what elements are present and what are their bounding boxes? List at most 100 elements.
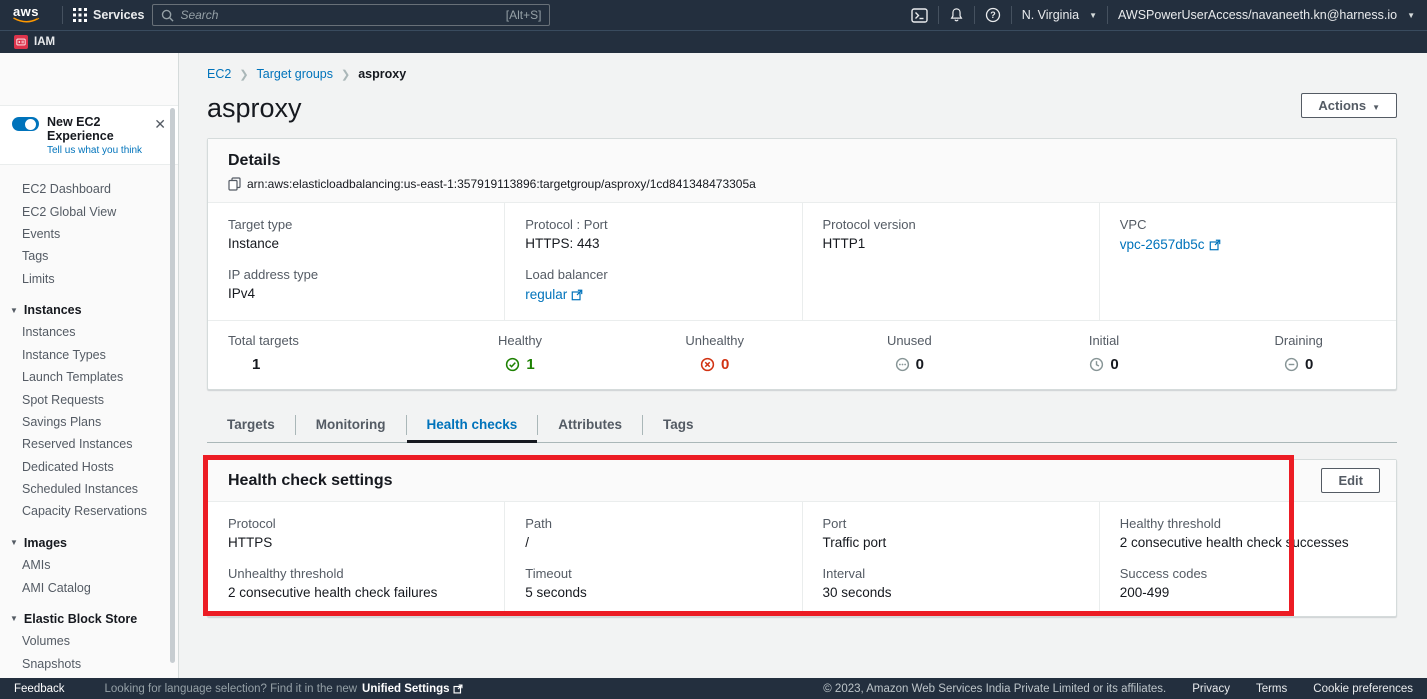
details-card: Details arn:aws:elasticloadbalancing:us-…: [207, 138, 1397, 390]
actions-button[interactable]: Actions▼: [1301, 93, 1397, 118]
summary-label: Initial: [1007, 333, 1202, 348]
help-button[interactable]: ?: [985, 7, 1001, 23]
sidebar-item-launch-templates[interactable]: Launch Templates: [0, 366, 178, 388]
services-menu-button[interactable]: Services: [73, 8, 144, 22]
breadcrumb-ec2[interactable]: EC2: [207, 67, 231, 81]
console-footer: Feedback Looking for language selection?…: [0, 678, 1427, 699]
chevron-down-icon: ▼: [10, 614, 18, 623]
health-check-grid: Protocol HTTPS Unhealthy threshold 2 con…: [208, 502, 1396, 616]
draining-count: 0: [1201, 356, 1396, 373]
account-label: AWSPowerUserAccess/navaneeth.kn@harness.…: [1118, 8, 1397, 22]
edit-button[interactable]: Edit: [1321, 468, 1380, 493]
x-circle-icon: [700, 357, 715, 372]
tab-health-checks[interactable]: Health checks: [407, 408, 538, 442]
sidebar-section-elastic-block-store[interactable]: ▼ Elastic Block Store: [0, 608, 178, 630]
field-value: HTTPS: [228, 535, 490, 550]
feedback-link[interactable]: Feedback: [14, 683, 65, 695]
external-link-icon: [453, 684, 463, 694]
field-value: Instance: [228, 236, 490, 251]
iam-service-icon: [14, 35, 28, 49]
target-group-arn: arn:aws:elasticloadbalancing:us-east-1:3…: [247, 177, 756, 191]
aws-logo-text: aws: [13, 6, 39, 17]
sidebar-item-amis[interactable]: AMIs: [0, 554, 178, 576]
close-icon[interactable]: ✕: [154, 115, 168, 131]
region-selector[interactable]: N. Virginia ▼: [1022, 8, 1097, 22]
sidebar-item-spot-requests[interactable]: Spot Requests: [0, 388, 178, 410]
cookie-preferences-link[interactable]: Cookie preferences: [1313, 683, 1413, 695]
field-label: Healthy threshold: [1120, 516, 1382, 531]
services-grid-icon: [73, 8, 87, 22]
sidebar-item-snapshots[interactable]: Snapshots: [0, 653, 178, 675]
cloudshell-button[interactable]: [911, 8, 928, 23]
favorite-iam-link[interactable]: IAM: [14, 35, 55, 49]
load-balancer-link[interactable]: regular: [525, 287, 583, 302]
field-label: Unhealthy threshold: [228, 566, 490, 581]
new-experience-feedback-link[interactable]: Tell us what you think: [47, 145, 146, 156]
sidebar-section-images[interactable]: ▼ Images: [0, 532, 178, 554]
chevron-down-icon: ▼: [1372, 103, 1380, 112]
language-selection-text: Looking for language selection? Find it …: [105, 683, 358, 695]
divider: [974, 6, 975, 24]
aws-smile-icon: [12, 17, 40, 24]
tab-monitoring[interactable]: Monitoring: [296, 408, 406, 442]
ellipsis-circle-icon: [895, 357, 910, 372]
summary-label: Healthy: [423, 333, 618, 348]
tab-attributes[interactable]: Attributes: [538, 408, 642, 442]
sidebar-section-instances[interactable]: ▼ Instances: [0, 299, 178, 321]
vpc-link[interactable]: vpc-2657db5c: [1120, 237, 1221, 252]
chevron-down-icon: ▼: [1407, 11, 1415, 20]
tab-tags[interactable]: Tags: [643, 408, 714, 442]
terms-link[interactable]: Terms: [1256, 683, 1287, 695]
top-navigation-bar: aws Services [Alt+S]: [0, 0, 1427, 30]
breadcrumb-target-groups[interactable]: Target groups: [257, 67, 333, 81]
sidebar-item-events[interactable]: Events: [0, 223, 178, 245]
sidebar-item-savings-plans[interactable]: Savings Plans: [0, 411, 178, 433]
new-experience-toggle[interactable]: [12, 117, 39, 131]
sidebar-item-tags[interactable]: Tags: [0, 245, 178, 267]
global-search[interactable]: [Alt+S]: [152, 4, 550, 26]
sidebar-item-capacity-reservations[interactable]: Capacity Reservations: [0, 500, 178, 522]
check-circle-icon: [505, 357, 520, 372]
copy-icon[interactable]: [228, 177, 241, 191]
divider: [1107, 6, 1108, 24]
summary-label: Unhealthy: [617, 333, 812, 348]
unhealthy-count: 0: [617, 356, 812, 373]
sidebar-item-instance-types[interactable]: Instance Types: [0, 344, 178, 366]
field-label: VPC: [1120, 217, 1382, 232]
field-label: Success codes: [1120, 566, 1382, 581]
bell-icon: [949, 7, 964, 23]
sidebar-item-scheduled-instances[interactable]: Scheduled Instances: [0, 478, 178, 500]
sidebar-item-ec2-dashboard[interactable]: EC2 Dashboard: [0, 178, 178, 200]
services-label: Services: [93, 8, 144, 22]
sidebar-item-ec2-global-view[interactable]: EC2 Global View: [0, 200, 178, 222]
search-input[interactable]: [180, 8, 499, 22]
sidebar-scrollbar[interactable]: [170, 108, 175, 663]
tab-targets[interactable]: Targets: [207, 408, 295, 442]
sidebar-item-ami-catalog[interactable]: AMI Catalog: [0, 576, 178, 598]
healthy-count: 1: [423, 356, 618, 373]
favorites-bar: IAM: [0, 30, 1427, 53]
notifications-button[interactable]: [949, 7, 964, 23]
favorite-iam-label: IAM: [34, 36, 55, 48]
details-grid: Target type Instance IP address type IPv…: [208, 203, 1396, 320]
chevron-right-icon: ❯: [341, 68, 350, 81]
divider: [938, 6, 939, 24]
privacy-link[interactable]: Privacy: [1192, 683, 1230, 695]
external-link-icon: [571, 289, 583, 301]
sidebar-item-limits[interactable]: Limits: [0, 268, 178, 290]
field-label: Target type: [228, 217, 490, 232]
account-menu[interactable]: AWSPowerUserAccess/navaneeth.kn@harness.…: [1118, 8, 1415, 22]
sidebar-item-volumes[interactable]: Volumes: [0, 630, 178, 652]
aws-logo[interactable]: aws: [12, 6, 40, 24]
aws-console-page: aws Services [Alt+S]: [0, 0, 1427, 699]
field-value: IPv4: [228, 286, 490, 301]
sidebar-item-reserved-instances[interactable]: Reserved Instances: [0, 433, 178, 455]
sidebar-item-instances[interactable]: Instances: [0, 321, 178, 343]
summary-label: Draining: [1201, 333, 1396, 348]
unified-settings-link[interactable]: Unified Settings: [362, 683, 463, 695]
external-link-icon: [1209, 239, 1221, 251]
copyright-text: © 2023, Amazon Web Services India Privat…: [823, 683, 1166, 695]
field-label: IP address type: [228, 267, 490, 282]
field-label: Port: [823, 516, 1085, 531]
sidebar-item-dedicated-hosts[interactable]: Dedicated Hosts: [0, 456, 178, 478]
